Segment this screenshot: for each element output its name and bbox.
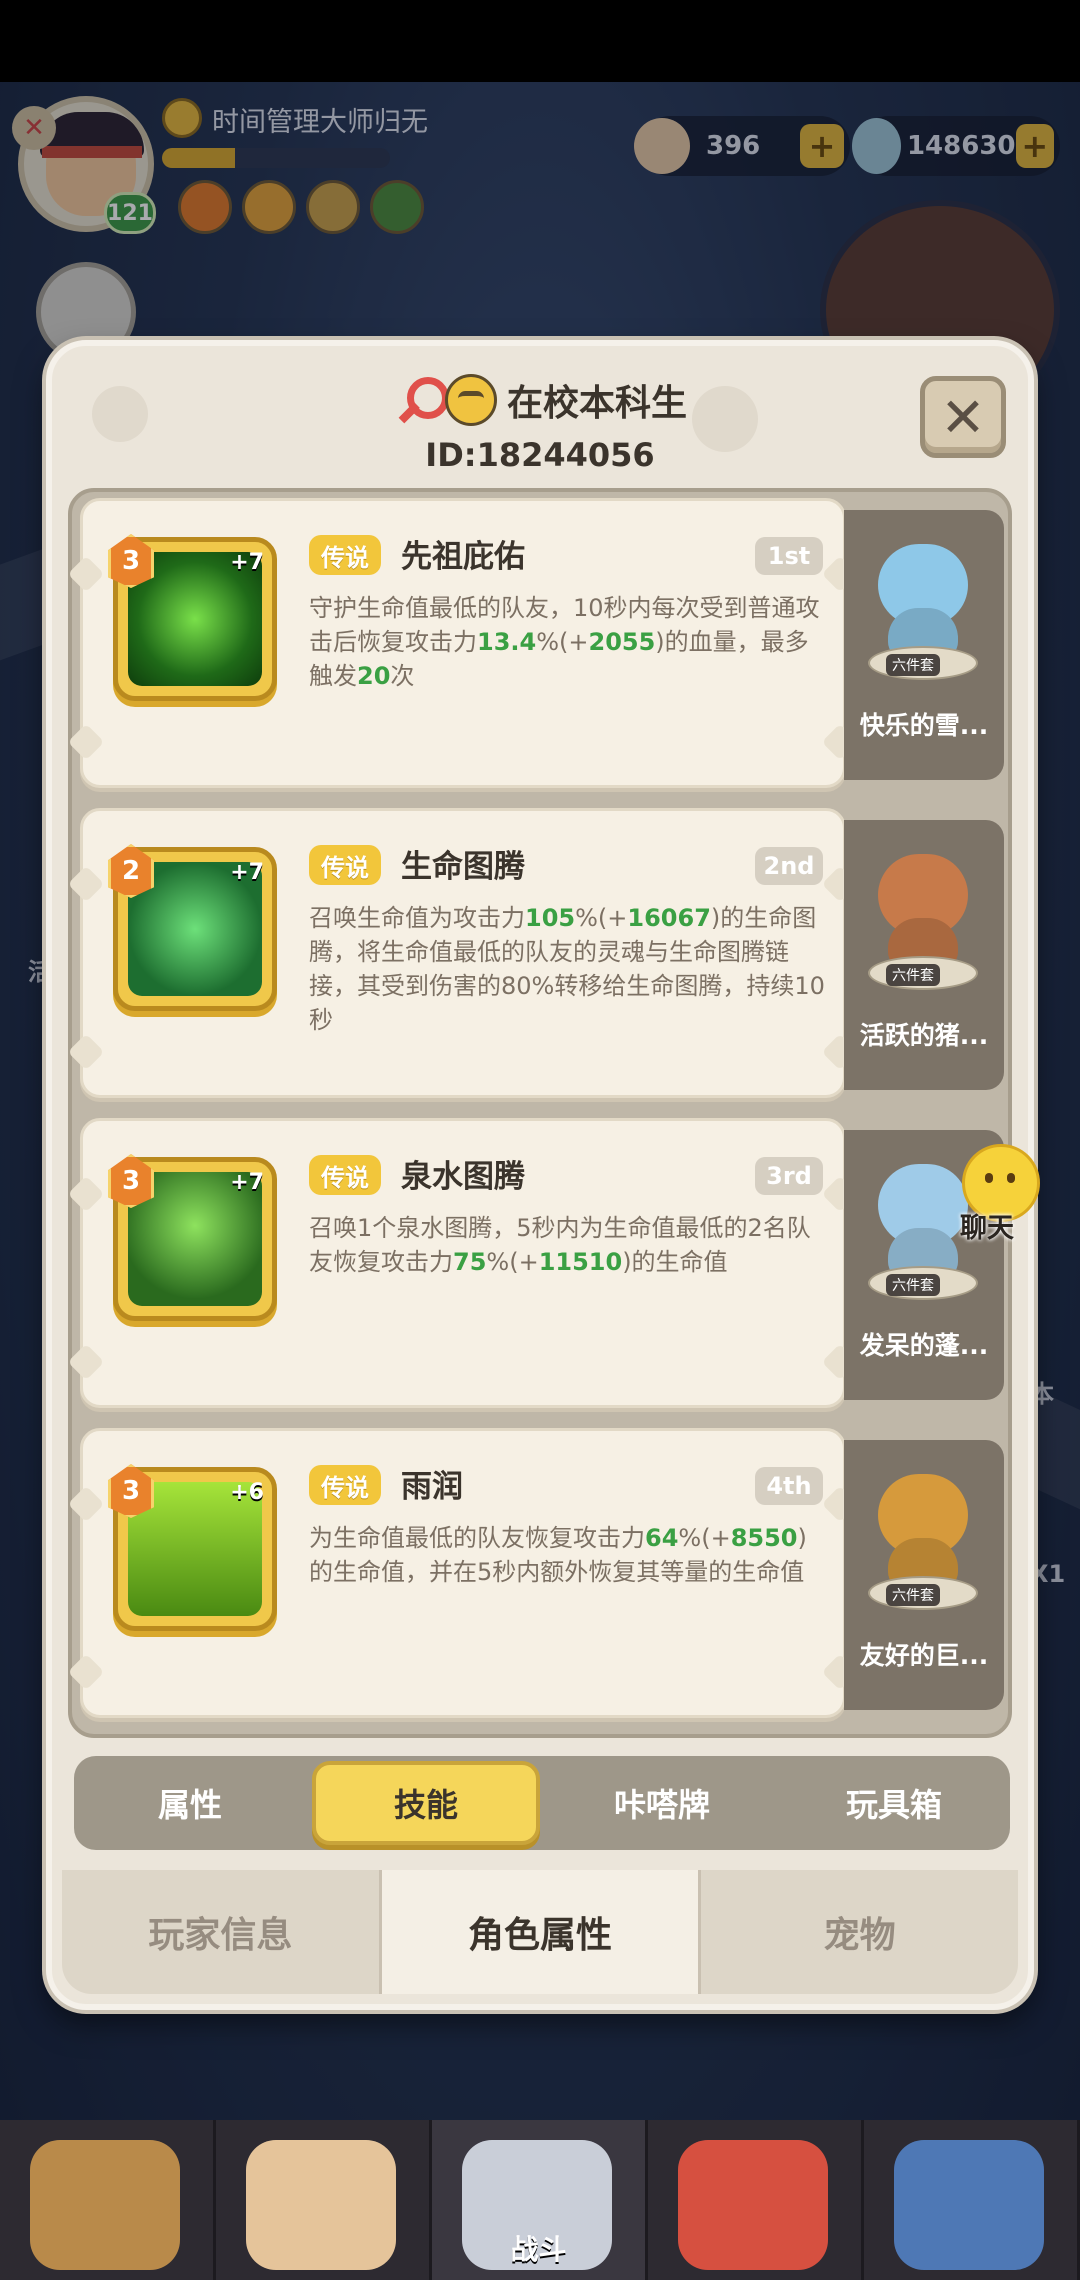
legend-tag: 传说 (309, 845, 381, 885)
bottom-nav: 战斗 (0, 2120, 1080, 2280)
hero-nav-icon (30, 2140, 180, 2270)
legend-tag: 传说 (309, 1155, 381, 1195)
subtab-0[interactable]: 属性 (80, 1761, 300, 1845)
subtab-1[interactable]: 技能 (312, 1761, 540, 1845)
main-tab-2[interactable]: 宠物 (701, 1870, 1019, 1994)
close-icon: ✕ (940, 385, 986, 449)
skill-rank-badge: 3 (108, 1154, 154, 1208)
nav-item-3[interactable] (648, 2120, 864, 2280)
nav-label: 战斗 (510, 2233, 567, 2266)
pet-name: 活跃的猪... (859, 1021, 989, 1050)
chat-button[interactable]: 聊天 (940, 1140, 1060, 1260)
skill-card[interactable]: 3 +7 传说 泉水图腾 3rd 召唤1个泉水图腾，5秒内为生命值最低的2名队友… (67, 1118, 859, 1408)
chat-label: 聊天 (960, 1213, 1014, 1244)
dialog-title: 在校本科生 (506, 383, 687, 424)
status-bar (0, 0, 1080, 82)
skill-description: 为生命值最低的队友恢复攻击力64%(+8550)的生命值，并在5秒内额外恢复其等… (309, 1524, 807, 1586)
skill-order-badge: 2nd (755, 847, 823, 885)
skill-rank-badge: 3 (108, 534, 154, 588)
skill-icon-frame[interactable]: 3 +7 (108, 534, 277, 701)
subtab-3[interactable]: 玩具箱 (784, 1761, 1004, 1845)
skill-name: 生命图腾 (401, 849, 525, 885)
skill-row[interactable]: 3 +7 传说 泉水图腾 3rd 召唤1个泉水图腾，5秒内为生命值最低的2名队友… (67, 1114, 1008, 1412)
set-tag: 六件套 (886, 1584, 940, 1606)
pet-name: 快乐的雪... (859, 711, 989, 740)
player-info-dialog: 在校本科生 ID:18244056 ✕ 3 +7 传说 先祖庇佑 1st 守护生… (46, 340, 1034, 2010)
skill-icon-frame[interactable]: 3 +6 (108, 1464, 277, 1631)
skill-order-badge: 3rd (755, 1157, 823, 1195)
set-tag: 六件套 (886, 654, 940, 676)
skill-list[interactable]: 3 +7 传说 先祖庇佑 1st 守护生命值最低的队友，10秒内每次受到普通攻击… (67, 488, 1012, 1738)
skill-plus-level: +7 (230, 550, 264, 575)
title-emblem-icon (444, 374, 497, 426)
character-nav-icon (246, 2140, 396, 2270)
nav-item-0[interactable] (0, 2120, 216, 2280)
nav-item-1[interactable] (216, 2120, 432, 2280)
skill-description: 守护生命值最低的队友，10秒内每次受到普通攻击后恢复攻击力13.4%(+2055… (309, 594, 820, 690)
close-button[interactable]: ✕ (920, 376, 1006, 458)
skill-card[interactable]: 3 +7 传说 先祖庇佑 1st 守护生命值最低的队友，10秒内每次受到普通攻击… (67, 498, 859, 788)
skill-row[interactable]: 3 +7 传说 先祖庇佑 1st 守护生命值最低的队友，10秒内每次受到普通攻击… (67, 494, 1008, 792)
skill-order-badge: 1st (755, 537, 823, 575)
skill-order-badge: 4th (755, 1467, 823, 1505)
set-tag: 六件套 (886, 964, 940, 986)
key-icon (393, 377, 449, 423)
skill-rank-badge: 2 (108, 844, 154, 898)
skill-name: 先祖庇佑 (401, 539, 525, 575)
legend-tag: 传说 (309, 535, 381, 575)
skill-description: 召唤1个泉水图腾，5秒内为生命值最低的2名队友恢复攻击力75%(+11510)的… (309, 1214, 811, 1276)
skill-plus-level: +7 (230, 860, 264, 885)
main-tab-0[interactable]: 玩家信息 (62, 1870, 382, 1994)
skill-name: 泉水图腾 (401, 1159, 525, 1195)
set-tag: 六件套 (886, 1274, 940, 1296)
skill-card[interactable]: 3 +6 传说 雨润 4th 为生命值最低的队友恢复攻击力64%(+8550)的… (67, 1428, 859, 1718)
sub-tab-bar: 属性 技能 咔嗒牌 玩具箱 (74, 1756, 1010, 1850)
skill-description: 召唤生命值为攻击力105%(+16067)的生命图腾，将生命值最低的队友的灵魂与… (309, 904, 825, 1034)
pet-nav-icon (678, 2140, 828, 2270)
nav-item-2[interactable]: 战斗 (432, 2120, 648, 2280)
shop-nav-icon (894, 2140, 1044, 2270)
main-tab-bar: 玩家信息 角色属性 宠物 (62, 1870, 1019, 1994)
skill-icon-frame[interactable]: 3 +7 (108, 1154, 277, 1321)
pet-name: 友好的巨... (859, 1641, 989, 1670)
subtab-2[interactable]: 咔嗒牌 (552, 1761, 772, 1845)
pet-card[interactable]: 六件套 活跃的猪... (844, 820, 1004, 1090)
skill-plus-level: +7 (230, 1170, 264, 1195)
player-id: ID:18244056 (425, 436, 655, 474)
skill-icon-frame[interactable]: 2 +7 (108, 844, 277, 1011)
pet-card[interactable]: 六件套 快乐的雪... (844, 510, 1004, 780)
pet-card[interactable]: 六件套 友好的巨... (844, 1440, 1004, 1710)
main-tab-1[interactable]: 角色属性 (381, 1870, 702, 1994)
skill-plus-level: +6 (230, 1480, 264, 1505)
pet-name: 发呆的蓬... (859, 1331, 989, 1360)
skill-name: 雨润 (401, 1469, 463, 1505)
dialog-title-row: 在校本科生 (52, 374, 1028, 426)
legend-tag: 传说 (309, 1465, 381, 1505)
skill-card[interactable]: 2 +7 传说 生命图腾 2nd 召唤生命值为攻击力105%(+16067)的生… (67, 808, 859, 1098)
nav-item-4[interactable] (864, 2120, 1080, 2280)
skill-row[interactable]: 3 +6 传说 雨润 4th 为生命值最低的队友恢复攻击力64%(+8550)的… (67, 1424, 1008, 1722)
skill-rank-badge: 3 (108, 1464, 154, 1518)
skill-row[interactable]: 2 +7 传说 生命图腾 2nd 召唤生命值为攻击力105%(+16067)的生… (67, 804, 1008, 1102)
